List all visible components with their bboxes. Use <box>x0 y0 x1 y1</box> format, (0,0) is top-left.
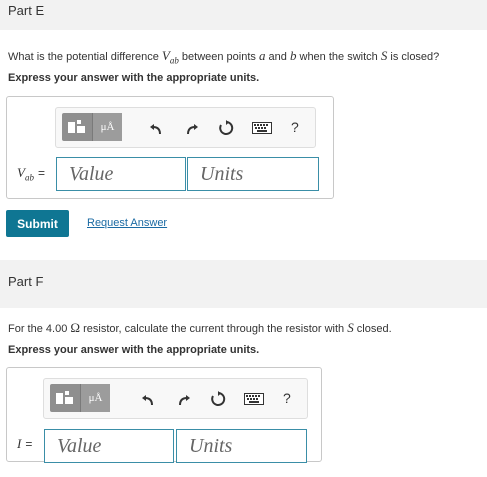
part-f-button-group: μÅ <box>50 384 110 412</box>
units-icon[interactable]: μÅ <box>92 113 122 141</box>
part-e-value-input[interactable]: Value <box>56 157 186 191</box>
submit-button[interactable]: Submit <box>6 210 69 237</box>
templates-icon[interactable] <box>62 113 92 141</box>
part-f-instruction: Express your answer with the appropriate… <box>8 344 260 356</box>
part-e-question: What is the potential difference Vab bet… <box>8 48 440 66</box>
part-e-button-group: μÅ <box>62 113 122 141</box>
keyboard-icon[interactable] <box>252 119 272 137</box>
request-answer-link[interactable]: Request Answer <box>87 217 167 229</box>
help-icon[interactable]: ? <box>291 119 299 135</box>
redo-icon[interactable] <box>175 390 193 408</box>
part-e-instruction: Express your answer with the appropriate… <box>8 72 260 84</box>
var-v: Vab <box>161 48 179 66</box>
part-e-answer-box: μÅ ? Vab = Value Units <box>6 96 334 199</box>
part-e-title: Part E <box>8 3 45 18</box>
part-e-toolbar: μÅ ? <box>55 107 316 148</box>
part-f-answer-box: μÅ ? I = Value Units <box>6 367 322 463</box>
keyboard-icon[interactable] <box>244 390 264 408</box>
undo-icon[interactable] <box>147 119 165 137</box>
units-icon[interactable]: μÅ <box>80 384 110 412</box>
part-f-header: Part F <box>0 260 487 308</box>
part-e-var-label: Vab = <box>17 165 45 183</box>
reset-icon[interactable] <box>209 390 227 408</box>
part-f-var-label: I = <box>17 436 33 451</box>
part-f-value-input[interactable]: Value <box>44 429 174 463</box>
part-f-title: Part F <box>8 274 44 289</box>
reset-icon[interactable] <box>217 119 235 137</box>
part-f-units-input[interactable]: Units <box>176 429 307 463</box>
help-icon[interactable]: ? <box>283 390 291 406</box>
part-e-header: Part E <box>0 0 487 30</box>
redo-icon[interactable] <box>183 119 201 137</box>
part-e-units-input[interactable]: Units <box>187 157 319 191</box>
part-f-question: For the 4.00 Ω resistor, calculate the c… <box>8 320 392 335</box>
templates-icon[interactable] <box>50 384 80 412</box>
part-f-toolbar: μÅ ? <box>43 378 308 419</box>
undo-icon[interactable] <box>139 390 157 408</box>
